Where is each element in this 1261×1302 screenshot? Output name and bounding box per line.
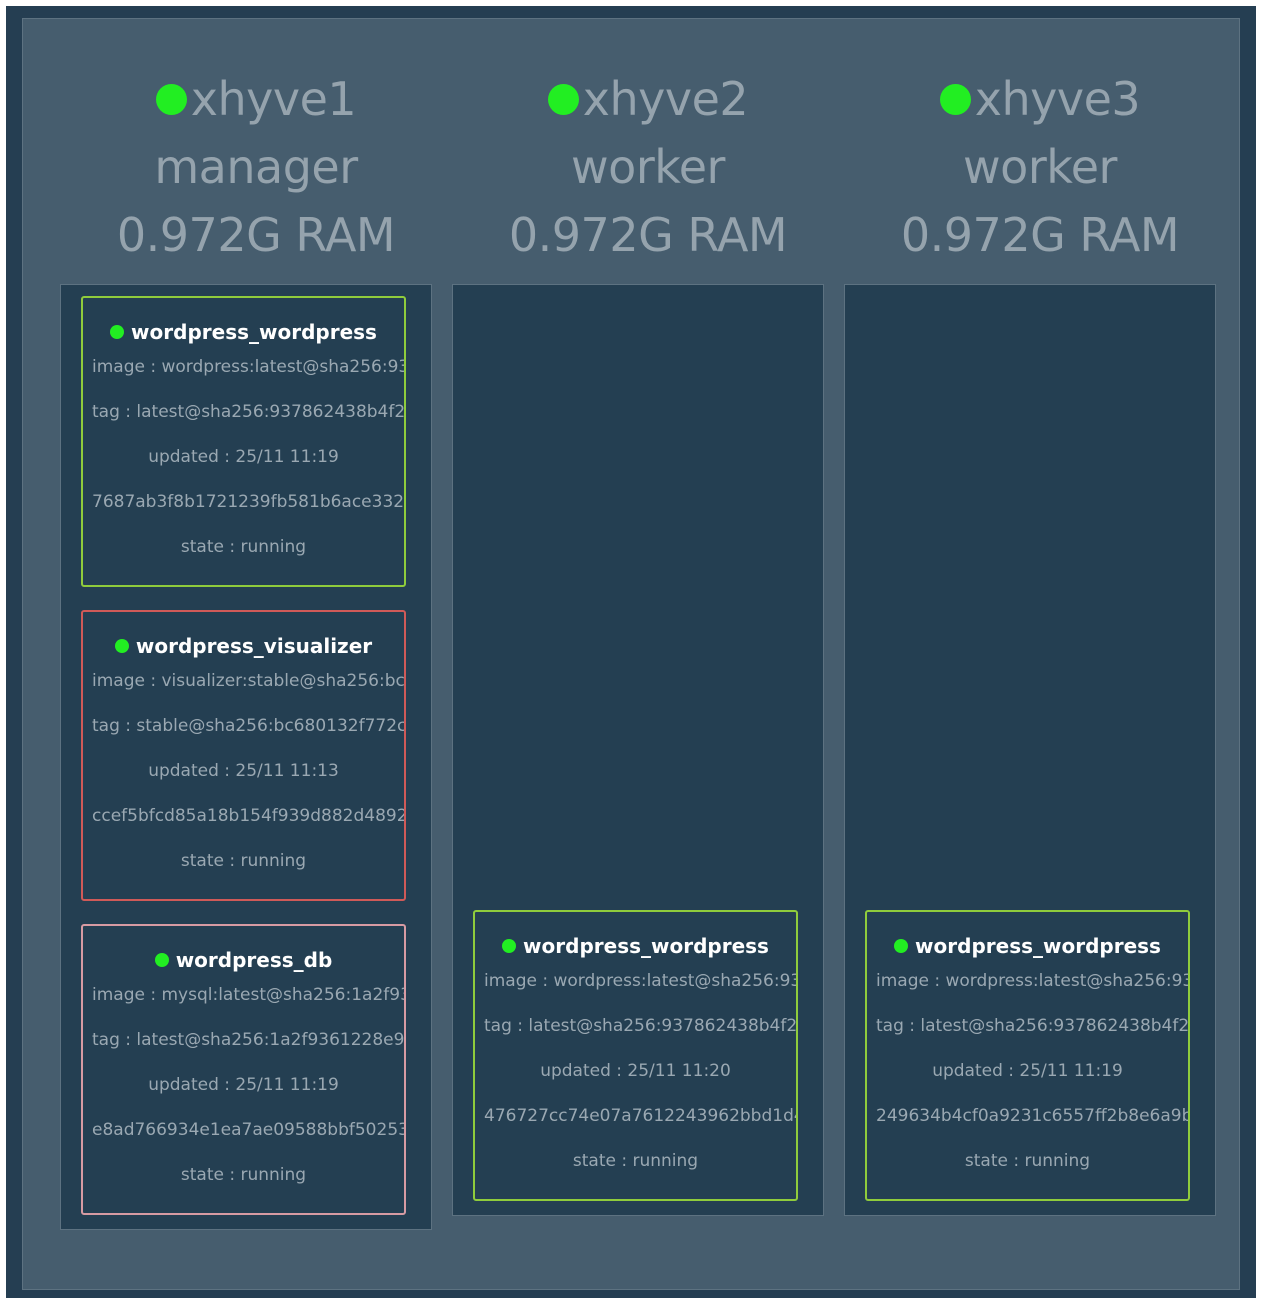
task-title: wordpress_wordpress [867,933,1188,959]
task-state: state : running [180,1165,307,1185]
task-details: image : visualizer:stable@sha256:bc68013… [83,659,404,884]
task-image: image : wordpress:latest@sha256:93786243… [92,357,404,377]
task-status-dot-icon [894,939,909,953]
task-image: image : mysql:latest@sha256:1a2f9361228e… [92,985,404,1005]
task-updated: updated : 25/11 11:19 [148,1075,339,1095]
node-role: worker [571,140,725,194]
task-id: ccef5bfcd85a18b154f939d882d4892 [92,806,404,826]
task-name: wordpress_wordpress [523,934,769,958]
node-ram: 0.972G RAM [900,208,1180,262]
task-card-wordpress-db[interactable]: wordpress_db image : mysql:latest@sha256… [81,924,406,1215]
node-name-row: xhyve1 [70,65,442,133]
task-state: state : running [180,537,307,557]
task-title: wordpress_db [83,947,404,973]
node-name: xhyve1 [190,72,357,126]
node-status-dot-icon [547,83,579,115]
task-image: image : visualizer:stable@sha256:bc68013… [92,671,404,691]
node-name-row: xhyve2 [462,65,834,133]
task-name: wordpress_wordpress [915,934,1161,958]
task-tag: tag : latest@sha256:937862438b4f2a [876,1016,1188,1036]
task-name: wordpress_wordpress [131,320,377,344]
task-state: state : running [572,1151,699,1171]
task-id: 7687ab3f8b1721239fb581b6ace3320 [92,492,404,512]
task-tag: tag : latest@sha256:937862438b4f2a [484,1016,796,1036]
task-title: wordpress_visualizer [83,633,404,659]
task-updated: updated : 25/11 11:19 [148,447,339,467]
task-name: wordpress_visualizer [135,634,373,658]
node-ram: 0.972G RAM [116,208,396,262]
task-title: wordpress_wordpress [83,319,404,345]
node-column-xhyve1: wordpress_wordpress image : wordpress:la… [60,284,432,1230]
node-column-xhyve3: wordpress_wordpress image : wordpress:la… [844,284,1216,1216]
task-state: state : running [180,851,307,871]
task-updated: updated : 25/11 11:13 [148,761,339,781]
task-id: 249634b4cf0a9231c6557ff2b8e6a9b [876,1106,1188,1126]
task-updated: updated : 25/11 11:19 [932,1061,1123,1081]
node-header-xhyve3: xhyve3 worker 0.972G RAM [854,65,1226,269]
node-ram: 0.972G RAM [508,208,788,262]
task-status-dot-icon [110,325,125,339]
task-image: image : wordpress:latest@sha256:93786243… [484,971,796,991]
task-card-wordpress-visualizer[interactable]: wordpress_visualizer image : visualizer:… [81,610,406,901]
task-details: image : mysql:latest@sha256:1a2f9361228e… [83,973,404,1198]
task-id: e8ad766934e1ea7ae09588bbf50253 [92,1120,404,1140]
task-status-dot-icon [114,639,129,653]
task-status-dot-icon [502,939,517,953]
task-tag: tag : latest@sha256:1a2f9361228e9b [92,1030,404,1050]
task-card-wordpress-wordpress[interactable]: wordpress_wordpress image : wordpress:la… [81,296,406,587]
task-tag: tag : stable@sha256:bc680132f772cb [92,716,404,736]
node-header-xhyve1: xhyve1 manager 0.972G RAM [70,65,442,269]
task-title: wordpress_wordpress [475,933,796,959]
node-column-xhyve2: wordpress_wordpress image : wordpress:la… [452,284,824,1216]
task-details: image : wordpress:latest@sha256:93786243… [83,345,404,570]
visualizer-frame: xhyve1 manager 0.972G RAM xhyve2 worker … [6,6,1256,1298]
task-updated: updated : 25/11 11:20 [540,1061,731,1081]
node-status-dot-icon [155,83,187,115]
node-name-row: xhyve3 [854,65,1226,133]
task-card-wordpress-wordpress[interactable]: wordpress_wordpress image : wordpress:la… [865,910,1190,1201]
task-id: 476727cc74e07a7612243962bbd1d4 [484,1106,796,1126]
swarm-panel: xhyve1 manager 0.972G RAM xhyve2 worker … [22,18,1240,1290]
task-state: state : running [964,1151,1091,1171]
task-status-dot-icon [154,953,169,967]
task-image: image : wordpress:latest@sha256:93786243… [876,971,1188,991]
node-name: xhyve3 [974,72,1141,126]
node-role: worker [963,140,1117,194]
task-details: image : wordpress:latest@sha256:93786243… [867,959,1188,1184]
node-name: xhyve2 [582,72,749,126]
task-card-wordpress-wordpress[interactable]: wordpress_wordpress image : wordpress:la… [473,910,798,1201]
node-role: manager [154,140,358,194]
task-tag: tag : latest@sha256:937862438b4f2a [92,402,404,422]
task-name: wordpress_db [175,948,333,972]
node-header-xhyve2: xhyve2 worker 0.972G RAM [462,65,834,269]
task-details: image : wordpress:latest@sha256:93786243… [475,959,796,1184]
node-status-dot-icon [939,83,971,115]
